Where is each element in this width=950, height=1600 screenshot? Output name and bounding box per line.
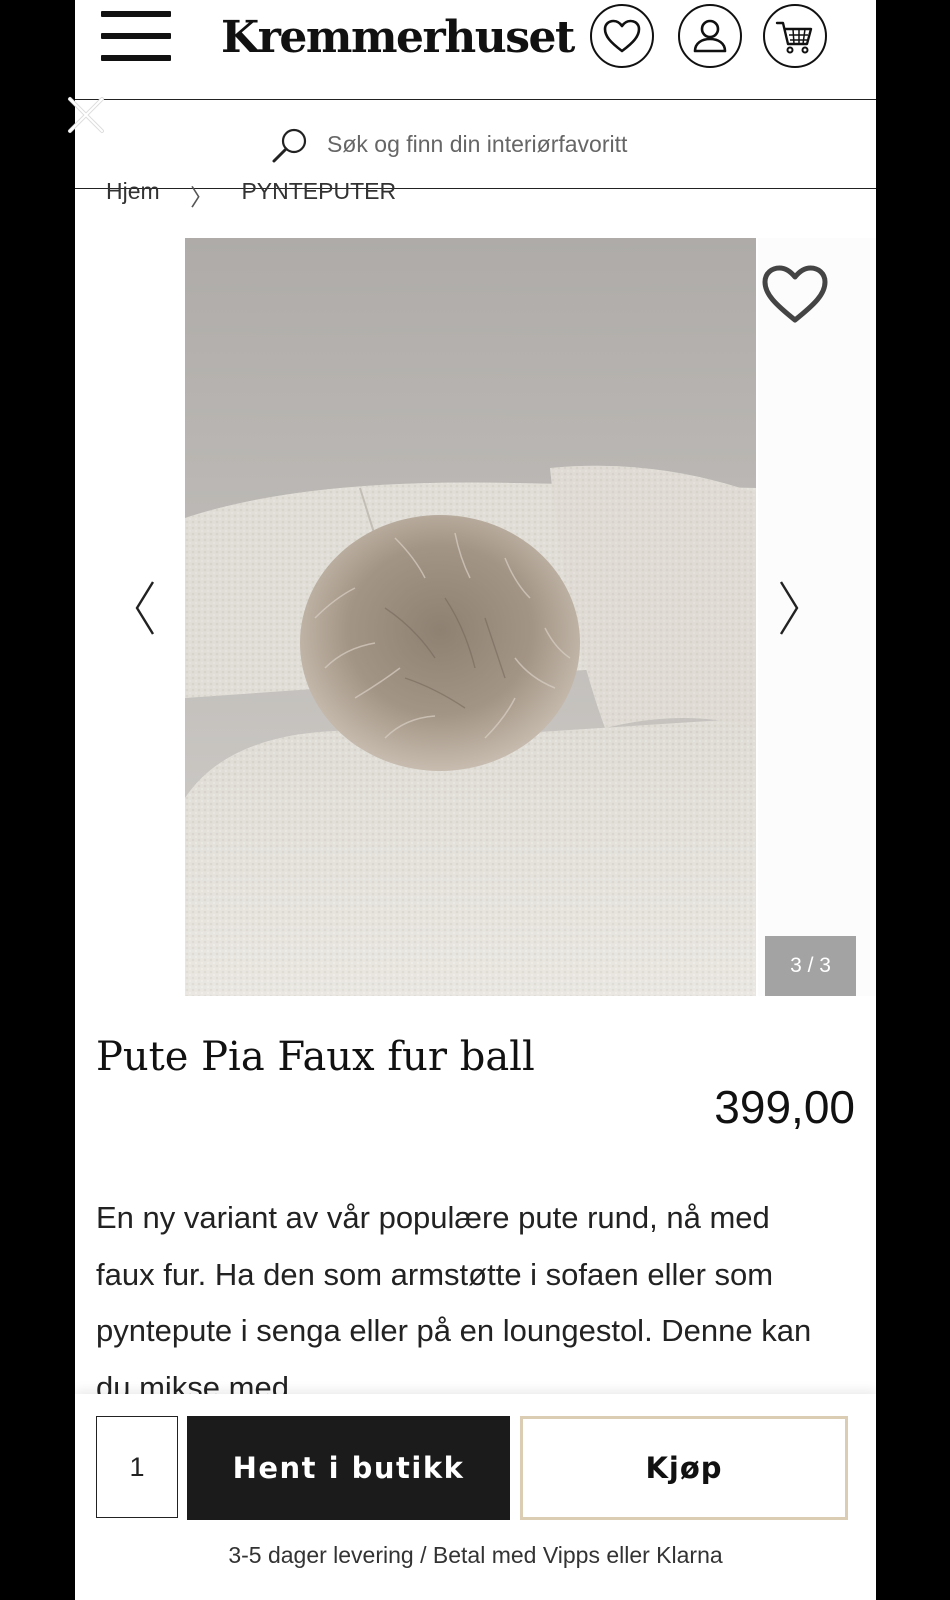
delivery-payment-info: 3-5 dager levering / Betal med Vipps ell… [228, 1542, 723, 1568]
purchase-bar: Hent i butikk Kjøp 3-5 dager levering / … [75, 1394, 876, 1600]
quantity-input[interactable] [96, 1416, 178, 1518]
search-bar [75, 100, 876, 189]
user-icon [693, 19, 727, 53]
breadcrumb-home-link[interactable]: Hjem [106, 178, 160, 205]
breadcrumb: Hjem 〉 PYNTEPUTER [106, 178, 396, 210]
search-icon [272, 128, 307, 163]
product-page: Kremmerhuset Søk og finn din interiørfav… [75, 0, 876, 1600]
favorite-heart-icon[interactable] [760, 264, 830, 326]
product-description: En ny variant av vår populære pute rund,… [96, 1200, 812, 1405]
close-icon[interactable] [66, 95, 106, 135]
product-price: 399,00 [714, 1081, 855, 1133]
product-title: Pute Pia Faux fur ball [96, 1034, 535, 1080]
buy-button[interactable]: Kjøp [520, 1416, 848, 1520]
breadcrumb-separator-icon: 〉 [190, 184, 214, 210]
site-header: Kremmerhuset [75, 0, 876, 100]
cart-button[interactable] [763, 4, 827, 68]
menu-icon[interactable] [101, 11, 171, 63]
account-button[interactable] [678, 4, 742, 68]
brand-logo[interactable]: Kremmerhuset [221, 10, 575, 66]
pickup-in-store-button[interactable]: Hent i butikk [187, 1416, 510, 1520]
next-image-peek [758, 238, 876, 996]
image-counter: 3 / 3 [765, 936, 856, 996]
product-image[interactable] [185, 238, 756, 996]
search-input[interactable] [325, 126, 749, 162]
cart-icon [775, 21, 813, 54]
chevron-left-icon[interactable] [133, 580, 157, 636]
wishlist-button[interactable] [590, 4, 654, 68]
breadcrumb-current[interactable]: PYNTEPUTER [241, 178, 396, 205]
product-photo [185, 238, 756, 996]
heart-icon [603, 19, 641, 53]
chevron-right-icon[interactable] [777, 580, 801, 636]
